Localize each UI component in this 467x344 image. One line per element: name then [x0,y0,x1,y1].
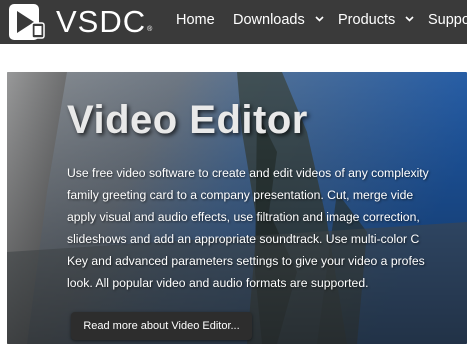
registered-mark: ® [147,26,154,33]
hero-description-line: slideshows and add an appropriate soundt… [67,232,420,246]
nav-item-downloads[interactable]: Downloads [233,0,325,44]
hero-description-line: apply visual and audio effects, use filt… [67,210,420,224]
nav-item-products[interactable]: Products [338,0,415,44]
hero-description-line: Use free video software to create and ed… [67,166,429,180]
nav-item-label: Suppo [428,12,467,28]
brand-wordmark[interactable]: VSDC® [56,3,153,41]
nav-item-support[interactable]: Suppo [428,0,467,44]
hero-description-line: family greeting card to a company presen… [67,188,414,202]
vsdc-logo-icon[interactable] [8,3,48,41]
read-more-button[interactable]: Read more about Video Editor... [71,312,252,340]
nav-item-label: Home [176,12,215,28]
hero-title: Video Editor [67,98,308,142]
nav-item-label: Downloads [233,12,305,28]
brand-name: VSDC [56,4,147,39]
hero-description: Use free video software to create and ed… [67,162,467,294]
top-navigation-bar: VSDC® Home Downloads Products Suppo [0,0,467,44]
hero-banner: Video Editor Use free video software to … [7,72,467,344]
chevron-down-icon [315,16,324,22]
nav-item-label: Products [338,12,396,28]
hero-description-line: Key and advanced parameters settings to … [67,254,425,268]
nav-item-home[interactable]: Home [176,0,215,44]
hero-description-line: look. All popular video and audio format… [67,276,369,290]
chevron-down-icon [405,16,414,22]
